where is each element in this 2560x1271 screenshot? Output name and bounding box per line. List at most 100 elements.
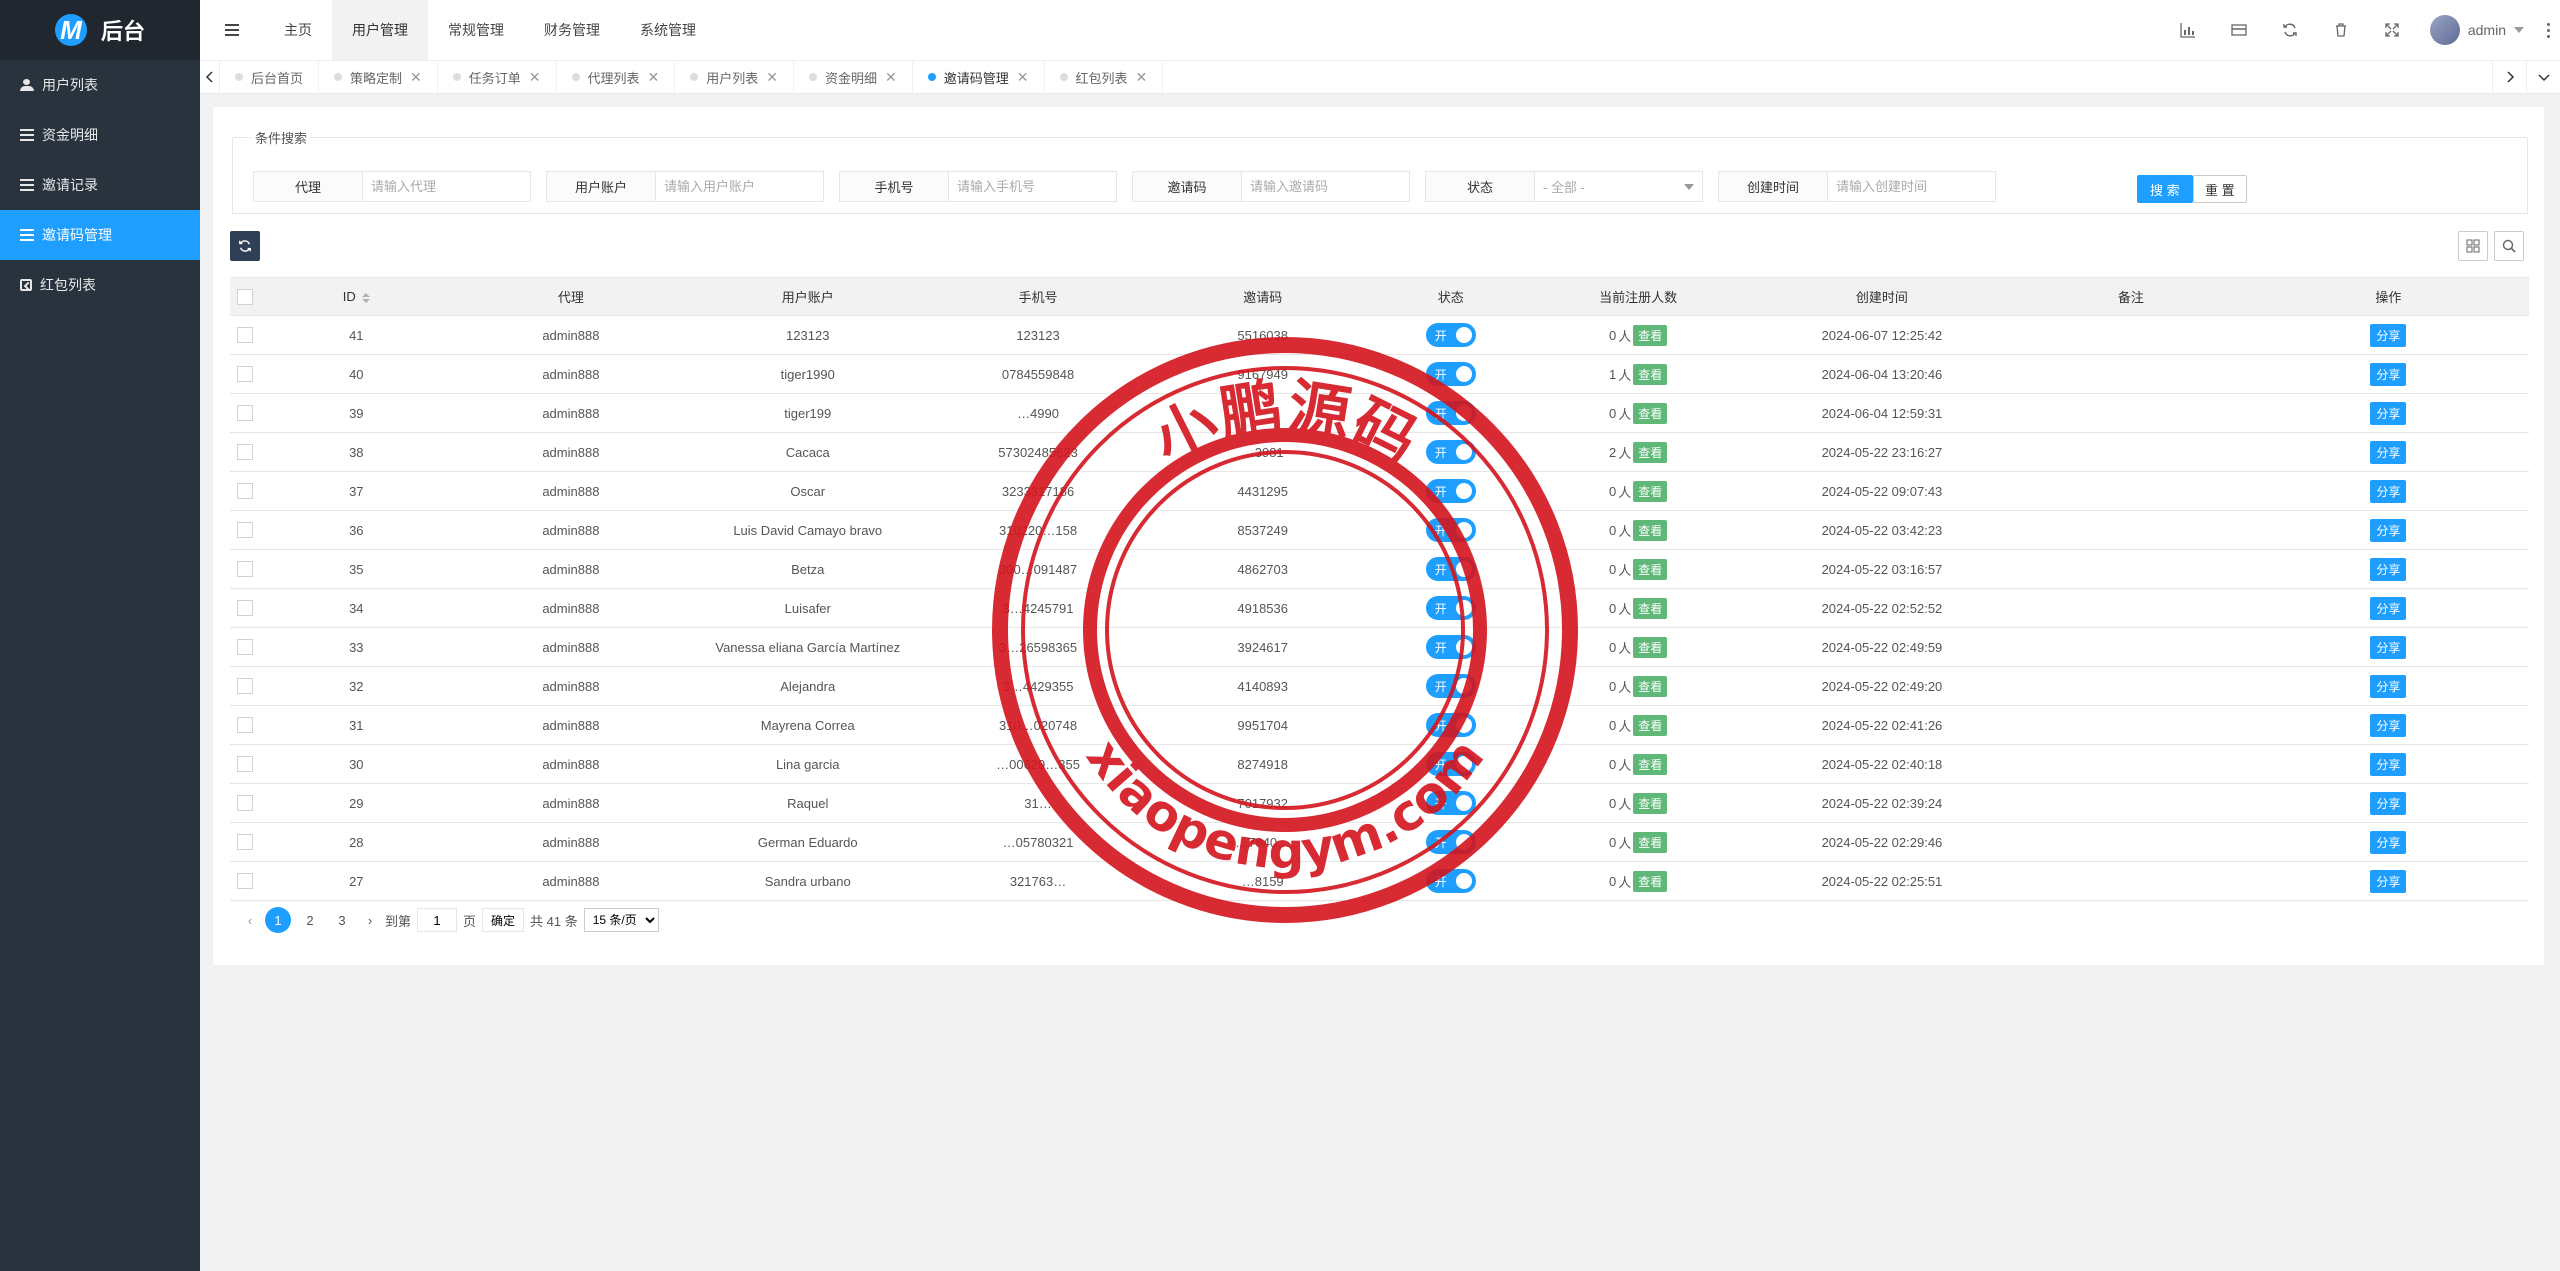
- refresh-icon[interactable]: [2265, 0, 2316, 60]
- tabs-menu-button[interactable]: [2526, 61, 2560, 93]
- close-icon[interactable]: ✕: [885, 69, 897, 86]
- row-checkbox[interactable]: [237, 600, 254, 617]
- share-button[interactable]: 分享: [2370, 713, 2407, 737]
- close-icon[interactable]: ✕: [1017, 69, 1029, 86]
- tabs-next-button[interactable]: [2492, 61, 2526, 93]
- share-button[interactable]: 分享: [2370, 557, 2407, 581]
- row-checkbox[interactable]: [237, 327, 254, 344]
- table-refresh-button[interactable]: [230, 231, 260, 261]
- select-all-checkbox[interactable]: [237, 288, 254, 305]
- row-checkbox[interactable]: [237, 483, 254, 500]
- tab-0[interactable]: 后台首页: [220, 61, 320, 93]
- page-number[interactable]: 3: [329, 907, 355, 933]
- sort-icon[interactable]: [361, 292, 370, 303]
- status-switch[interactable]: 开: [1425, 791, 1476, 815]
- status-switch[interactable]: 开: [1425, 323, 1476, 347]
- status-switch[interactable]: 开: [1425, 557, 1476, 581]
- view-button[interactable]: 查看: [1633, 675, 1668, 697]
- tab-3[interactable]: 代理列表 ✕: [557, 61, 676, 93]
- view-button[interactable]: 查看: [1633, 870, 1668, 892]
- logo[interactable]: M 后台: [0, 0, 200, 60]
- status-switch[interactable]: 开: [1425, 596, 1476, 620]
- status-switch[interactable]: 开: [1425, 518, 1476, 542]
- search-input[interactable]: [1250, 179, 1409, 194]
- row-checkbox[interactable]: [237, 834, 254, 851]
- share-button[interactable]: 分享: [2370, 674, 2407, 698]
- tabs-prev-button[interactable]: [200, 61, 220, 93]
- search-input[interactable]: [957, 179, 1116, 194]
- card-icon[interactable]: [2214, 0, 2265, 60]
- view-button[interactable]: 查看: [1633, 363, 1668, 385]
- goto-confirm-button[interactable]: 确定: [482, 908, 525, 932]
- sidebar-item-2[interactable]: 邀请记录: [0, 160, 200, 210]
- view-button[interactable]: 查看: [1633, 597, 1668, 619]
- status-switch[interactable]: 开: [1425, 674, 1476, 698]
- sidebar-item-3[interactable]: 邀请码管理: [0, 210, 200, 260]
- status-switch[interactable]: 开: [1425, 713, 1476, 737]
- fullscreen-icon[interactable]: [2367, 0, 2418, 60]
- status-switch[interactable]: 开: [1425, 401, 1476, 425]
- row-checkbox[interactable]: [237, 366, 254, 383]
- row-checkbox[interactable]: [237, 873, 254, 890]
- search-input[interactable]: [664, 179, 823, 194]
- view-button[interactable]: 查看: [1633, 714, 1668, 736]
- share-button[interactable]: 分享: [2370, 869, 2407, 893]
- reset-button[interactable]: 重 置: [2193, 175, 2247, 203]
- view-button[interactable]: 查看: [1633, 519, 1668, 541]
- status-switch[interactable]: 开: [1425, 635, 1476, 659]
- top-nav-item-2[interactable]: 常规管理: [428, 0, 524, 60]
- share-button[interactable]: 分享: [2370, 791, 2407, 815]
- column-header[interactable]: ID: [260, 277, 453, 316]
- top-nav-item-4[interactable]: 系统管理: [620, 0, 716, 60]
- status-select[interactable]: - 全部 -: [1535, 171, 1703, 202]
- search-input[interactable]: [371, 179, 530, 194]
- menu-toggle-button[interactable]: [200, 0, 264, 60]
- row-checkbox[interactable]: [237, 717, 254, 734]
- tab-2[interactable]: 任务订单 ✕: [438, 61, 557, 93]
- view-button[interactable]: 查看: [1633, 558, 1668, 580]
- view-button[interactable]: 查看: [1633, 831, 1668, 853]
- view-button[interactable]: 查看: [1633, 753, 1668, 775]
- share-button[interactable]: 分享: [2370, 401, 2407, 425]
- goto-page-input[interactable]: [417, 908, 458, 932]
- columns-filter-button[interactable]: [2458, 231, 2488, 261]
- tab-7[interactable]: 红包列表 ✕: [1045, 61, 1164, 93]
- sidebar-item-0[interactable]: 用户列表: [0, 60, 200, 110]
- status-switch[interactable]: 开: [1425, 440, 1476, 464]
- close-icon[interactable]: ✕: [410, 69, 422, 86]
- search-input[interactable]: [1836, 179, 1995, 194]
- share-button[interactable]: 分享: [2370, 518, 2407, 542]
- share-button[interactable]: 分享: [2370, 830, 2407, 854]
- close-icon[interactable]: ✕: [648, 69, 660, 86]
- share-button[interactable]: 分享: [2370, 323, 2407, 347]
- share-button[interactable]: 分享: [2370, 479, 2407, 503]
- tab-4[interactable]: 用户列表 ✕: [675, 61, 795, 93]
- chart-icon[interactable]: [2163, 0, 2214, 60]
- row-checkbox[interactable]: [237, 561, 254, 578]
- view-button[interactable]: 查看: [1633, 441, 1668, 463]
- page-number[interactable]: 2: [297, 907, 323, 933]
- view-button[interactable]: 查看: [1633, 480, 1668, 502]
- tab-1[interactable]: 策略定制 ✕: [319, 61, 438, 93]
- view-button[interactable]: 查看: [1633, 792, 1668, 814]
- row-checkbox[interactable]: [237, 522, 254, 539]
- close-icon[interactable]: ✕: [766, 69, 778, 86]
- view-button[interactable]: 查看: [1633, 402, 1668, 424]
- top-nav-item-3[interactable]: 财务管理: [524, 0, 620, 60]
- share-button[interactable]: 分享: [2370, 362, 2407, 386]
- top-nav-item-1[interactable]: 用户管理: [332, 0, 428, 60]
- row-checkbox[interactable]: [237, 678, 254, 695]
- tab-5[interactable]: 资金明细 ✕: [794, 61, 913, 93]
- row-checkbox[interactable]: [237, 756, 254, 773]
- sidebar-item-4[interactable]: 红包列表: [0, 260, 200, 310]
- search-button[interactable]: 搜 索: [2137, 175, 2193, 203]
- view-button[interactable]: 查看: [1633, 636, 1668, 658]
- row-checkbox[interactable]: [237, 444, 254, 461]
- next-page-icon[interactable]: ›: [361, 913, 379, 928]
- share-button[interactable]: 分享: [2370, 440, 2407, 464]
- tab-6[interactable]: 邀请码管理 ✕: [913, 61, 1045, 93]
- row-checkbox[interactable]: [237, 639, 254, 656]
- row-checkbox[interactable]: [237, 405, 254, 422]
- close-icon[interactable]: ✕: [529, 69, 541, 86]
- close-icon[interactable]: ✕: [1136, 69, 1148, 86]
